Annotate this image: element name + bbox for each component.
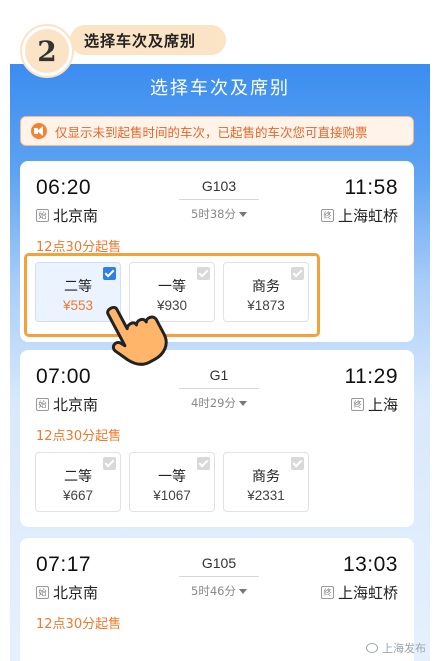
to-station: 终上海虹桥 (320, 205, 398, 226)
sale-time: 12点30分起售 (36, 617, 122, 632)
seat-name: 二等 (64, 469, 92, 485)
to-station-name: 上海 (367, 396, 398, 414)
pointing-hand-icon (106, 306, 168, 366)
to-station-name: 上海虹桥 (337, 207, 398, 225)
caret-down-icon (238, 212, 247, 217)
seat-price: ¥2331 (247, 488, 285, 503)
to-station: 终上海 (350, 394, 398, 415)
page-title: 选择车次及席别 (150, 78, 290, 99)
step-number-badge: 2 (22, 26, 72, 76)
watermark-text: 上海发布 (382, 642, 426, 655)
from-station: 始北京南 (36, 582, 98, 603)
depart-time: 07:00 (36, 365, 92, 388)
notice-banner: 仅显示未到起售时间的车次，已起售的车次您可直接购票 (20, 116, 414, 146)
start-tag: 始 (36, 398, 49, 411)
step-number: 2 (37, 34, 57, 68)
end-tag: 终 (320, 586, 334, 599)
seat-option[interactable]: 二等 ¥667 (35, 452, 121, 512)
notice-text: 仅显示未到起售时间的车次，已起售的车次您可直接购票 (55, 124, 368, 140)
watermark: 上海发布 (366, 640, 426, 656)
seat-name: 商务 (252, 469, 280, 485)
from-station-name: 北京南 (53, 584, 99, 602)
train-number: G105 (201, 555, 237, 571)
arrive-time: 13:03 (342, 553, 398, 576)
duration-toggle[interactable]: 5时46分 (159, 583, 279, 599)
depart-time: 06:20 (36, 176, 92, 199)
caret-down-icon (238, 589, 247, 594)
caret-down-icon (238, 401, 247, 406)
train-divider (179, 388, 259, 389)
end-tag: 终 (320, 209, 334, 222)
depart-time: 07:17 (36, 553, 92, 576)
duration-text: 4时29分 (191, 396, 236, 410)
to-station-name: 上海虹桥 (337, 584, 398, 602)
start-tag: 始 (36, 209, 49, 222)
duration-toggle[interactable]: 4时29分 (159, 395, 279, 411)
arrive-time: 11:29 (344, 365, 398, 388)
to-station: 终上海虹桥 (320, 582, 398, 603)
from-station-name: 北京南 (53, 207, 99, 225)
megaphone-icon (31, 123, 47, 139)
duration-toggle[interactable]: 5时38分 (159, 206, 279, 222)
sale-time: 12点30分起售 (36, 429, 122, 444)
arrive-time: 11:58 (344, 176, 398, 199)
seat-price: ¥1067 (153, 488, 191, 503)
train-card[interactable]: 07:17 G105 5时46分 13:03 始北京南 终上海虹桥 12点30分… (20, 538, 414, 661)
from-station: 始北京南 (36, 205, 98, 226)
seat-price: ¥667 (62, 488, 94, 503)
duration-text: 5时38分 (191, 207, 236, 221)
seat-option[interactable]: 一等 ¥1067 (129, 452, 215, 512)
train-divider (179, 199, 259, 200)
start-tag: 始 (36, 586, 49, 599)
train-number: G103 (201, 178, 237, 194)
from-station-name: 北京南 (53, 396, 99, 414)
train-card[interactable]: 07:00 G1 4时29分 11:29 始北京南 终上海 12点30分起售 二… (20, 350, 414, 527)
weibo-icon (366, 643, 378, 653)
seat-name: 一等 (158, 469, 186, 485)
step-title: 选择车次及席别 (70, 25, 226, 55)
seat-option[interactable]: 商务 ¥2331 (223, 452, 309, 512)
duration-text: 5时46分 (191, 584, 236, 598)
end-tag: 终 (350, 398, 364, 411)
train-divider (179, 576, 259, 577)
from-station: 始北京南 (36, 394, 98, 415)
